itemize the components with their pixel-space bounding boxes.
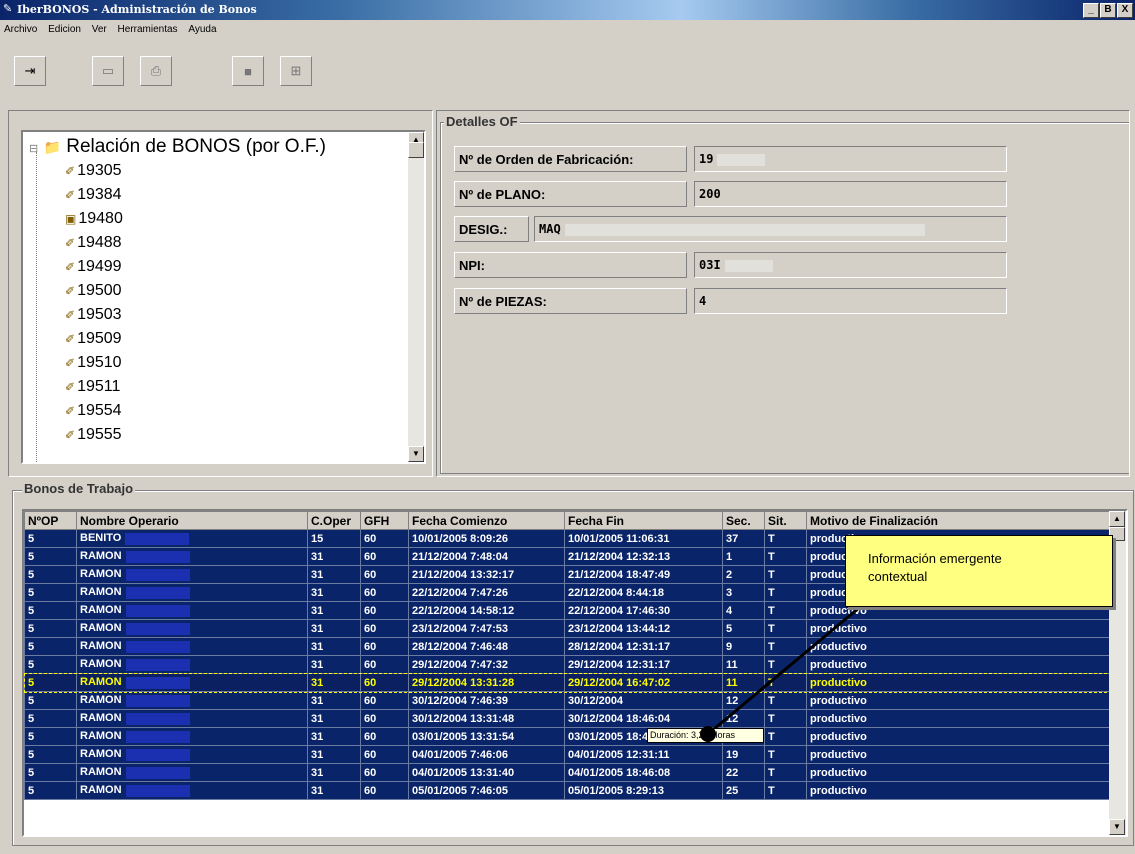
- callout-line: [707, 605, 861, 736]
- callout-pointer: [707, 605, 861, 736]
- callout-dot: [700, 726, 716, 742]
- callout-box: Información emergente contextual: [845, 535, 1113, 607]
- callout-line-1: Información emergente: [868, 551, 1002, 566]
- callout-line-2: contextual: [868, 569, 928, 584]
